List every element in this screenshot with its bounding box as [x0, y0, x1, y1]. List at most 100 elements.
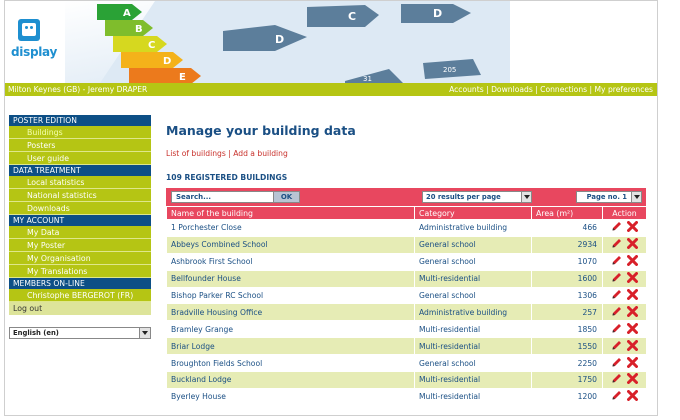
edit-icon[interactable]	[611, 221, 622, 234]
building-name[interactable]: Bellfounder House	[166, 269, 415, 288]
sidebar-item-buildings[interactable]: Buildings	[9, 126, 151, 139]
building-category: Multi-residential	[414, 387, 532, 406]
delete-icon[interactable]	[627, 339, 638, 353]
edit-icon[interactable]	[611, 373, 622, 386]
add-building-link[interactable]: Add a building	[233, 149, 288, 158]
edit-icon[interactable]	[611, 255, 622, 268]
rating-letter: D	[275, 33, 284, 46]
chevron-down-icon	[521, 192, 531, 202]
building-category: Multi-residential	[414, 371, 532, 389]
sidebar-item-my-organisation[interactable]: My Organisation	[9, 252, 151, 265]
edit-icon[interactable]	[611, 323, 622, 336]
page-number-select[interactable]: Page no. 1	[576, 191, 642, 203]
edit-icon[interactable]	[611, 306, 622, 319]
downloads-link[interactable]: Downloads	[491, 85, 533, 94]
sidebar-item-my-data[interactable]: My Data	[9, 226, 151, 239]
column-header-name[interactable]: Name of the building	[166, 206, 415, 220]
delete-icon[interactable]	[627, 305, 638, 319]
language-select-value: English (en)	[13, 329, 59, 337]
scale-letter: B	[135, 24, 143, 35]
building-area: 1200	[531, 387, 603, 406]
sidebar-item-downloads[interactable]: Downloads	[9, 202, 151, 215]
scale-bar-d	[121, 52, 183, 68]
table-row[interactable]: Abbeys Combined School General school 2934	[166, 235, 647, 254]
table-row[interactable]: Bradville Housing Office Administrative b…	[166, 303, 647, 322]
top-bar: Milton Keynes (GB) - Jeremy DRAPER Accou…	[5, 83, 657, 96]
building-name[interactable]: Ashbrook First School	[166, 252, 415, 271]
table-row[interactable]: Ashbrook First School General school 1070	[166, 252, 647, 271]
delete-icon[interactable]	[627, 373, 638, 386]
my-preferences-link[interactable]: My preferences	[595, 85, 654, 94]
building-name[interactable]: Bishop Parker RC School	[166, 286, 415, 305]
table-row[interactable]: Bramley Grange Multi-residential 1850	[166, 320, 647, 339]
rating-arrow-2	[307, 5, 379, 27]
edit-icon[interactable]	[611, 340, 622, 353]
edit-icon[interactable]	[611, 289, 622, 302]
delete-icon[interactable]	[627, 356, 638, 370]
sidebar-item-user-guide[interactable]: User guide	[9, 152, 151, 165]
delete-icon[interactable]	[627, 322, 638, 336]
edit-icon[interactable]	[611, 390, 622, 403]
row-actions	[602, 303, 647, 322]
building-name[interactable]: Byerley House	[166, 387, 415, 406]
table-row[interactable]: Briar Lodge Multi-residential 1550	[166, 337, 647, 356]
search-ok-button[interactable]: OK	[273, 191, 300, 203]
building-name[interactable]: Bradville Housing Office	[166, 303, 415, 322]
delete-icon[interactable]	[627, 272, 638, 285]
table-row[interactable]: Buckland Lodge Multi-residential 1750	[166, 371, 647, 389]
sidebar-item-posters[interactable]: Posters	[9, 139, 151, 152]
edit-icon[interactable]	[611, 357, 622, 370]
building-name[interactable]: Bramley Grange	[166, 320, 415, 339]
tag-value: 31	[363, 75, 372, 83]
building-area: 1750	[531, 371, 603, 389]
table-row[interactable]: 1 Porchester Close Administrative buildin…	[166, 219, 647, 237]
row-actions	[602, 269, 647, 288]
column-header-action: Action	[602, 206, 647, 220]
column-header-area[interactable]: Area (m²)	[531, 206, 603, 220]
top-links: Accounts | Downloads | Connections | My …	[449, 83, 653, 96]
building-area: 1070	[531, 252, 603, 271]
logout-link[interactable]: Log out	[9, 302, 151, 315]
logo-face-icon	[22, 23, 36, 36]
column-header-category[interactable]: Category	[414, 206, 532, 220]
table-row[interactable]: Byerley House Multi-residential 1200	[166, 387, 647, 406]
building-name[interactable]: Buckland Lodge	[166, 371, 415, 389]
edit-icon[interactable]	[611, 238, 622, 251]
delete-icon[interactable]	[627, 221, 638, 234]
building-name[interactable]: 1 Porchester Close	[166, 219, 415, 237]
tag-value: 205	[443, 66, 456, 74]
building-category: General school	[414, 235, 532, 254]
accounts-link[interactable]: Accounts	[449, 85, 484, 94]
list-of-buildings-link[interactable]: List of buildings	[166, 149, 226, 158]
sidebar-item-my-translations[interactable]: My Translations	[9, 265, 151, 278]
table-row[interactable]: Bellfounder House Multi-residential 1600	[166, 269, 647, 288]
building-name[interactable]: Abbeys Combined School	[166, 235, 415, 254]
sidebar-section-poster-edition: POSTER EDITION	[9, 115, 151, 126]
language-select[interactable]: English (en)	[9, 327, 151, 339]
building-name[interactable]: Briar Lodge	[166, 337, 415, 356]
edit-icon[interactable]	[611, 272, 622, 285]
delete-icon[interactable]	[627, 289, 638, 302]
sidebar-item-online-member[interactable]: Christophe BERGEROT (FR)	[9, 289, 151, 302]
delete-icon[interactable]	[627, 238, 638, 251]
display-logo[interactable]: display	[11, 19, 57, 71]
delete-icon[interactable]	[627, 390, 638, 403]
sidebar-item-local-statistics[interactable]: Local statistics	[9, 176, 151, 189]
scale-letter: C	[148, 40, 155, 51]
table-row[interactable]: Bishop Parker RC School General school 130…	[166, 286, 647, 305]
sidebar-item-my-poster[interactable]: My Poster	[9, 239, 151, 252]
row-actions	[602, 235, 647, 254]
building-category: General school	[414, 354, 532, 373]
chevron-down-icon	[139, 328, 150, 338]
connections-link[interactable]: Connections	[540, 85, 587, 94]
table-row[interactable]: Broughton Fields School General school 225…	[166, 354, 647, 373]
results-per-page-select[interactable]: 20 results per page	[422, 191, 532, 203]
building-name[interactable]: Broughton Fields School	[166, 354, 415, 373]
delete-icon[interactable]	[627, 255, 638, 268]
scale-bar-c	[113, 36, 167, 52]
buildings-table: Name of the building Category Area (m²) …	[166, 206, 647, 406]
building-area: 2934	[531, 235, 603, 254]
scale-letter: A	[123, 8, 131, 19]
sidebar-section-members-online: MEMBERS ON-LINE	[9, 278, 151, 289]
sidebar-item-national-statistics[interactable]: National statistics	[9, 189, 151, 202]
